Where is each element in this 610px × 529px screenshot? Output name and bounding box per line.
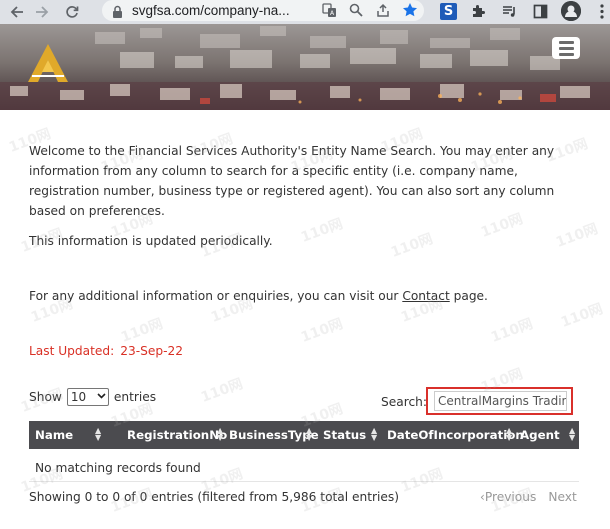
watermark-text: 110网 — [558, 301, 606, 331]
last-updated-date: 23-Sep-22 — [120, 344, 184, 358]
zoom-icon[interactable] — [348, 2, 364, 18]
search-input[interactable] — [434, 391, 567, 411]
fsa-logo[interactable] — [22, 40, 74, 86]
sort-icon[interactable]: ▲ ▼ — [217, 427, 223, 442]
column-header-registrationno[interactable]: RegistrationNo — [127, 421, 227, 449]
reload-icon[interactable] — [61, 1, 83, 23]
pagination: ‹Previous Next — [480, 490, 577, 504]
next-button[interactable]: Next — [548, 490, 576, 504]
watermark-text: 110网 — [488, 316, 536, 346]
address-bar[interactable]: svgfsa.com/company-na... A — [102, 0, 424, 21]
city-skyline-image — [0, 24, 610, 110]
column-label: Name — [35, 428, 74, 442]
update-note: This information is updated periodically… — [29, 234, 273, 248]
column-label: DateOfIncorporation — [387, 428, 524, 442]
entries-length-control: Show 10 entries — [29, 388, 156, 406]
search-highlight-box — [426, 387, 573, 415]
entries-select[interactable]: 10 — [66, 388, 109, 406]
header-banner — [0, 24, 610, 110]
lock-icon[interactable] — [112, 4, 124, 18]
watermark-text: 110网 — [118, 316, 166, 346]
column-header-status[interactable]: Status — [323, 421, 366, 449]
star-icon[interactable] — [402, 2, 418, 18]
column-label: RegistrationNo — [127, 428, 228, 442]
sort-icon[interactable]: ▲ ▼ — [306, 427, 312, 442]
chevron-down-icon — [97, 392, 106, 402]
column-label: Status — [323, 428, 367, 442]
last-updated-label: Last Updated: — [29, 344, 115, 358]
side-panel-icon[interactable] — [530, 1, 550, 21]
column-label: Agent — [520, 428, 560, 442]
column-header-agent[interactable]: Agent — [520, 421, 560, 449]
previous-button[interactable]: ‹Previous — [480, 490, 536, 504]
sort-icon[interactable]: ▲ ▼ — [371, 427, 377, 442]
media-icon[interactable] — [499, 1, 519, 21]
contact-suffix: page. — [449, 289, 488, 303]
column-header-name[interactable]: Name — [35, 421, 73, 449]
s-extension-icon[interactable]: S — [440, 2, 457, 20]
kebab-menu-icon[interactable] — [592, 1, 610, 21]
puzzle-icon[interactable] — [468, 1, 488, 21]
intro-paragraph: Welcome to the Financial Services Author… — [29, 144, 555, 218]
previous-label: Previous — [484, 490, 537, 504]
table-divider — [29, 481, 579, 482]
sort-icon[interactable]: ▲ ▼ — [506, 427, 512, 442]
show-label: Show — [29, 390, 62, 404]
url-text[interactable]: svgfsa.com/company-na... — [132, 3, 290, 18]
contact-link[interactable]: Contact — [402, 289, 449, 303]
empty-table-message: No matching records found — [35, 461, 201, 475]
watermark-text: 110网 — [553, 221, 601, 251]
entries-label: entries — [113, 390, 157, 404]
contact-prefix: For any additional information or enquir… — [29, 289, 403, 303]
browser-toolbar: svgfsa.com/company-na... A S — [0, 0, 610, 24]
table-header: Name ▲ ▼ RegistrationNo ▲ ▼ BusinessType ▲… — [29, 421, 579, 449]
contact-paragraph: For any additional information or enquir… — [29, 289, 488, 303]
profile-avatar-icon[interactable] — [561, 1, 581, 21]
hamburger-menu-icon[interactable] — [552, 37, 580, 59]
sort-icon[interactable]: ▲ ▼ — [569, 427, 575, 442]
share-icon[interactable] — [375, 2, 391, 18]
last-updated: Last Updated: 23-Sep-22 — [29, 344, 183, 358]
watermark-text: 110网 — [298, 316, 346, 346]
watermark-text: 110网 — [398, 466, 446, 496]
entries-value: 10 — [70, 390, 87, 404]
sort-icon[interactable]: ▲ ▼ — [95, 427, 101, 442]
table-info: Showing 0 to 0 of 0 entries (filtered fr… — [29, 490, 400, 504]
translate-icon[interactable]: A — [321, 2, 337, 18]
watermark-text: 110网 — [198, 376, 246, 406]
column-header-dateofincorporation[interactable]: DateOfIncorporation — [387, 421, 524, 449]
search-label: Search: — [381, 395, 427, 409]
back-arrow-icon[interactable] — [6, 1, 28, 23]
forward-arrow-icon[interactable] — [31, 1, 53, 23]
watermark-text: 110网 — [388, 231, 436, 261]
